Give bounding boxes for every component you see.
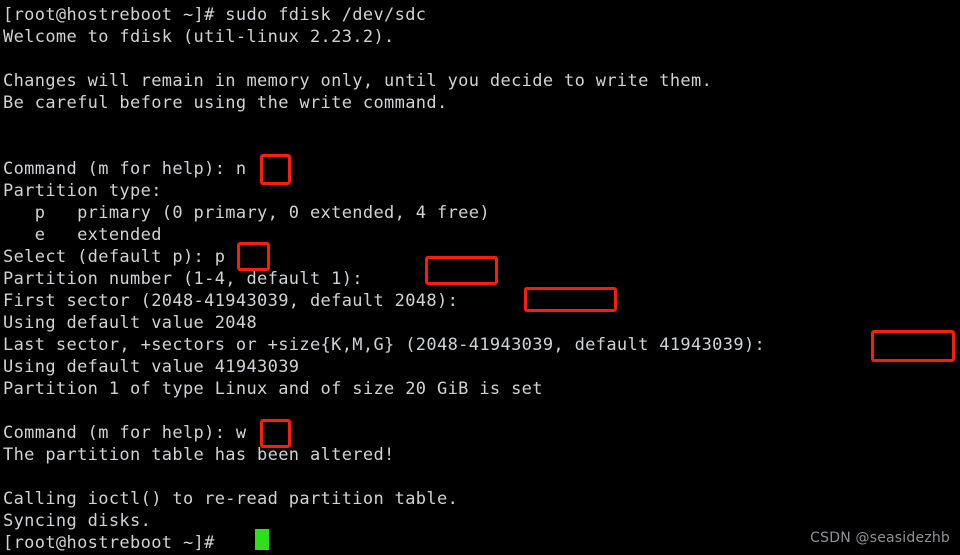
terminal-line: Be careful before using the write comman… [3,93,448,113]
terminal-screen[interactable]: [root@hostreboot ~]# sudo fdisk /dev/sdc… [0,0,960,555]
terminal-line: Partition 1 of type Linux and of size 20… [3,379,543,399]
terminal-window[interactable]: [root@hostreboot ~]# sudo fdisk /dev/sdc… [0,0,960,555]
terminal-line: [root@hostreboot ~]# [3,533,226,553]
terminal-line: Welcome to fdisk (util-linux 2.23.2). [3,27,395,47]
terminal-cursor [255,529,269,550]
terminal-line: The partition table has been altered! [3,445,395,465]
watermark: CSDN @seasidezhb [810,530,950,546]
